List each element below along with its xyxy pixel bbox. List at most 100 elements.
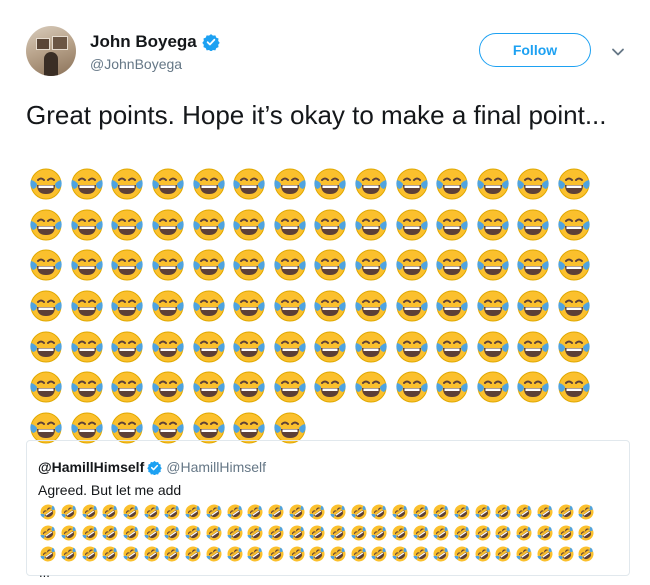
tears-of-joy-emoji-icon <box>351 164 392 205</box>
tears-of-joy-emoji-icon <box>513 205 554 246</box>
tears-of-joy-emoji-icon <box>351 286 392 327</box>
rolling-laughing-emoji-icon <box>452 523 473 544</box>
rolling-laughing-emoji-icon <box>576 543 597 564</box>
tears-of-joy-emoji-icon <box>229 326 270 367</box>
tears-of-joy-emoji-icon <box>148 245 189 286</box>
rolling-laughing-emoji-icon <box>141 502 162 523</box>
tears-of-joy-emoji-icon <box>188 245 229 286</box>
tears-of-joy-emoji-icon <box>351 326 392 367</box>
rolling-laughing-emoji-icon <box>183 543 204 564</box>
tears-of-joy-emoji-icon <box>391 286 432 327</box>
tears-of-joy-emoji-icon <box>391 367 432 408</box>
quoted-tweet[interactable]: @HamillHimself @HamillHimself Agreed. Bu… <box>26 440 630 580</box>
rolling-laughing-emoji-icon <box>431 543 452 564</box>
rolling-laughing-emoji-icon <box>328 502 349 523</box>
tears-of-joy-emoji-icon <box>554 245 595 286</box>
quoted-author-row: @HamillHimself @HamillHimself <box>38 458 266 476</box>
tears-of-joy-emoji-icon <box>188 205 229 246</box>
tears-of-joy-emoji-icon <box>67 245 108 286</box>
avatar[interactable] <box>26 26 76 76</box>
rolling-laughing-emoji-icon <box>369 502 390 523</box>
tears-of-joy-emoji-icon <box>432 164 473 205</box>
tears-of-joy-emoji-icon <box>26 367 67 408</box>
tears-of-joy-emoji-icon <box>67 286 108 327</box>
rolling-laughing-emoji-icon <box>555 543 576 564</box>
chevron-down-icon[interactable] <box>611 44 625 56</box>
rolling-laughing-emoji-icon <box>266 543 287 564</box>
tears-of-joy-emoji-icon <box>351 205 392 246</box>
tears-of-joy-emoji-icon <box>188 164 229 205</box>
rolling-laughing-emoji-icon <box>204 543 225 564</box>
rolling-laughing-emoji-icon <box>162 502 183 523</box>
tears-of-joy-emoji-icon <box>310 164 351 205</box>
rolling-laughing-emoji-icon <box>514 502 535 523</box>
rolling-laughing-emoji-icon <box>348 523 369 544</box>
rolling-laughing-emoji-icon <box>59 523 80 544</box>
tears-of-joy-emoji-icon <box>26 164 67 205</box>
rolling-laughing-emoji-icon <box>204 523 225 544</box>
rolling-laughing-emoji-icon <box>369 543 390 564</box>
tears-of-joy-emoji-icon <box>270 164 311 205</box>
tweet-text: Great points. Hope it’s okay to make a f… <box>26 100 607 130</box>
tears-of-joy-emoji-icon <box>391 205 432 246</box>
tears-of-joy-emoji-icon <box>107 205 148 246</box>
rolling-laughing-emoji-icon <box>472 502 493 523</box>
follow-button[interactable]: Follow <box>479 33 591 67</box>
tears-of-joy-emoji-icon <box>270 326 311 367</box>
rolling-laughing-emoji-icon <box>38 502 59 523</box>
rolling-laughing-emoji-icon <box>431 523 452 544</box>
rolling-laughing-emoji-icon <box>555 523 576 544</box>
rolling-laughing-emoji-icon <box>410 543 431 564</box>
tears-of-joy-emoji-icon <box>554 367 595 408</box>
avatar-frame-left <box>36 38 50 50</box>
rolling-laughing-emoji-icon <box>38 523 59 544</box>
tears-of-joy-emoji-icon <box>26 286 67 327</box>
tears-of-joy-emoji-icon <box>432 326 473 367</box>
tears-of-joy-emoji-icon <box>513 367 554 408</box>
rolling-laughing-emoji-icon <box>266 523 287 544</box>
rolling-laughing-emoji-icon <box>79 502 100 523</box>
rolling-laughing-emoji-icon <box>59 502 80 523</box>
tears-of-joy-emoji-icon <box>310 367 351 408</box>
tears-of-joy-emoji-icon <box>473 367 514 408</box>
tears-of-joy-emoji-icon <box>513 245 554 286</box>
avatar-frame-right <box>52 36 68 50</box>
rolling-laughing-emoji-icon <box>493 543 514 564</box>
rolling-laughing-emoji-icon <box>245 543 266 564</box>
tears-of-joy-emoji-icon <box>270 205 311 246</box>
rolling-laughing-emoji-icon <box>100 523 121 544</box>
rolling-laughing-emoji-icon <box>100 502 121 523</box>
rolling-laughing-emoji-icon <box>307 543 328 564</box>
rolling-laughing-emoji-icon <box>576 502 597 523</box>
quoted-text: Agreed. But let me add <box>38 482 182 498</box>
tears-of-joy-emoji-icon <box>351 367 392 408</box>
rolling-laughing-emoji-icon <box>348 502 369 523</box>
author-handle[interactable]: @JohnBoyega <box>90 56 182 72</box>
tears-of-joy-emoji-icon <box>473 326 514 367</box>
rolling-laughing-emoji-icon <box>183 523 204 544</box>
author-display-name[interactable]: John Boyega <box>90 32 197 52</box>
tears-of-joy-emoji-icon <box>229 286 270 327</box>
rolling-laughing-emoji-icon <box>245 502 266 523</box>
rolling-laughing-emoji-icon <box>38 543 59 564</box>
rolling-laughing-emoji-icon <box>493 502 514 523</box>
tears-of-joy-emoji-icon <box>148 326 189 367</box>
rolling-laughing-emoji-icon <box>224 543 245 564</box>
rolling-laughing-emoji-icon <box>555 502 576 523</box>
tears-of-joy-emoji-icon <box>554 164 595 205</box>
rolling-laughing-emoji-icon <box>576 523 597 544</box>
rolling-laughing-emoji-icon <box>390 543 411 564</box>
rolling-laughing-emoji-icon <box>452 543 473 564</box>
tears-of-joy-emoji-icon <box>107 286 148 327</box>
rolling-laughing-emoji-icon <box>266 502 287 523</box>
tears-of-joy-emoji-icon <box>432 286 473 327</box>
rolling-laughing-emoji-icon <box>369 523 390 544</box>
tears-of-joy-emoji-icon <box>513 326 554 367</box>
rolling-laughing-emoji-icon <box>431 502 452 523</box>
tears-of-joy-emoji-icon <box>513 286 554 327</box>
rolling-laughing-emoji-icon <box>390 502 411 523</box>
rolling-laughing-emoji-icon <box>162 543 183 564</box>
tears-of-joy-emoji-icon <box>188 326 229 367</box>
tears-of-joy-emoji-icon <box>310 326 351 367</box>
tears-of-joy-emoji-icon <box>229 367 270 408</box>
